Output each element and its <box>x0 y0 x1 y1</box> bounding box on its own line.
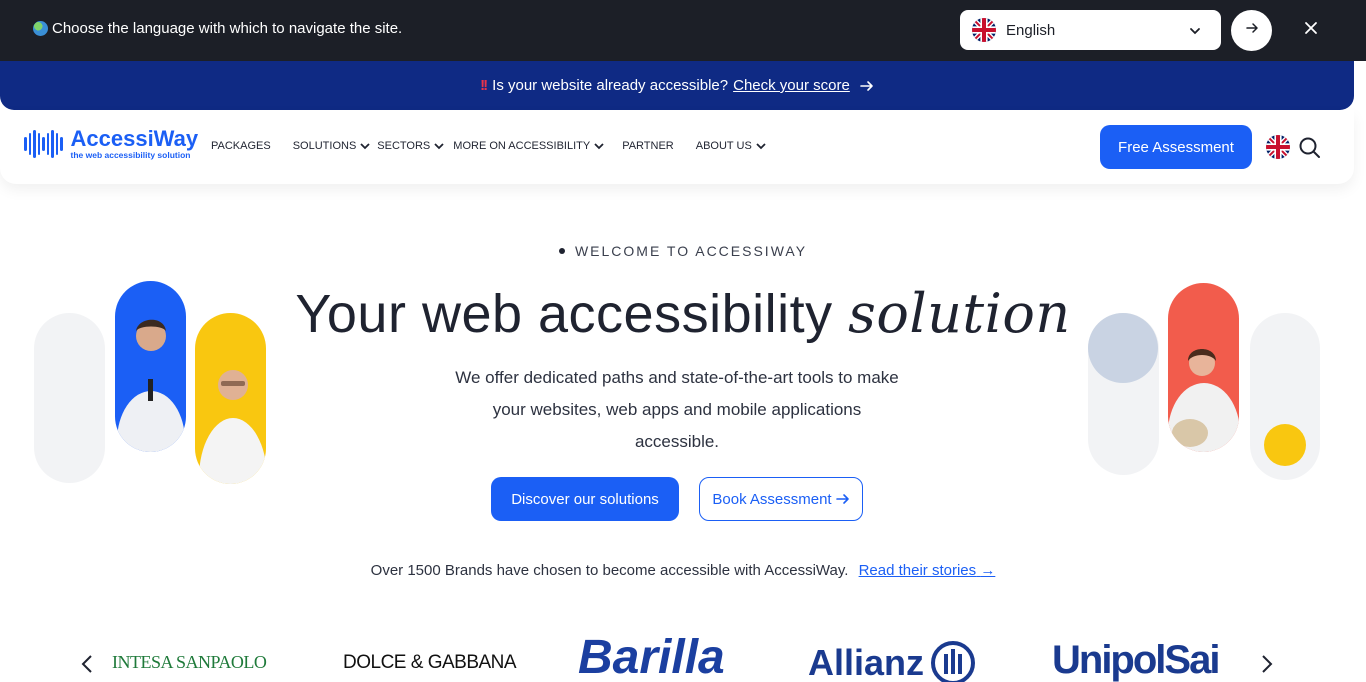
chevron-down-icon <box>434 143 444 150</box>
nav-item-label: MORE ON ACCESSIBILITY <box>453 140 591 152</box>
alert-icon: !! <box>480 77 488 94</box>
logo-unipolsai-text: UnipolSai <box>1052 638 1220 682</box>
close-language-banner-button[interactable] <box>1301 20 1321 40</box>
nav-item-label: ABOUT US <box>695 140 752 152</box>
brand-logos-carousel: INTESA SANPAOLO DOLCE & GABBANA Barilla … <box>0 632 1366 682</box>
logo-unipolsai: UnipolSai <box>1052 638 1220 682</box>
logo-tagline: the web accessibility solution <box>70 150 191 160</box>
accessiway-logo[interactable]: AccessiWay the web accessibility solutio… <box>24 128 198 160</box>
uk-flag-icon <box>972 18 996 42</box>
discover-solutions-button[interactable]: Discover our solutions <box>491 477 679 521</box>
arrow-right-icon <box>1245 21 1259 40</box>
logo-intesa-sanpaolo-text: INTESA SANPAOLO <box>112 652 267 672</box>
nav-item-solutions[interactable]: SOLUTIONS <box>293 140 372 152</box>
logo-intesa-sanpaolo: INTESA SANPAOLO <box>112 652 267 673</box>
nav-item-label: PARTNER <box>622 140 674 152</box>
carousel-prev-button[interactable] <box>80 654 94 679</box>
chevron-right-icon <box>1262 655 1273 673</box>
nav-item-label: SECTORS <box>377 140 431 152</box>
globe-icon <box>33 21 48 36</box>
logo-mark-icon <box>24 130 63 158</box>
logo-dolce-gabbana: DOLCE & GABBANA <box>343 652 517 674</box>
person-with-dog-photo-icon <box>1168 349 1239 452</box>
language-banner: Choose the language with which to naviga… <box>0 0 1366 61</box>
logo-dolce-gabbana-text: DOLCE & GABBANA <box>343 652 517 673</box>
nav-item-partner[interactable]: PARTNER <box>622 140 674 152</box>
carousel-next-button[interactable] <box>1260 654 1274 679</box>
logo-barilla: Barilla <box>578 634 725 682</box>
chevron-down-icon <box>360 143 370 150</box>
language-switcher-flag-icon[interactable] <box>1266 135 1290 159</box>
book-assessment-label: Book Assessment <box>712 490 832 508</box>
brands-text: Over 1500 Brands have chosen to become a… <box>370 562 849 579</box>
language-select[interactable]: English <box>960 10 1221 50</box>
nav-item-packages[interactable]: PACKAGES <box>211 140 271 152</box>
decorative-circle <box>1088 313 1158 383</box>
hero-title-main: Your web accessibility <box>295 284 849 344</box>
nav-item-sectors[interactable]: SECTORS <box>377 140 445 152</box>
language-confirm-button[interactable] <box>1231 10 1272 51</box>
language-message: Choose the language with which to naviga… <box>33 20 402 37</box>
logo-allianz: Allianz <box>808 640 976 682</box>
logo-barilla-text: Barilla <box>578 631 725 682</box>
nav-item-more-on-accessibility[interactable]: MORE ON ACCESSIBILITY <box>453 140 605 152</box>
free-assessment-button[interactable]: Free Assessment <box>1100 125 1252 169</box>
logo-name: AccessiWay <box>70 126 199 151</box>
arrow-right-icon: → <box>980 562 996 579</box>
main-navigation: AccessiWay the web accessibility solutio… <box>0 110 1354 184</box>
nav-item-about-us[interactable]: ABOUT US <box>696 140 767 152</box>
read-stories-link[interactable]: Read their stories → <box>859 562 996 579</box>
nav-menu: PACKAGES SOLUTIONS SECTORS MORE ON ACCES… <box>211 140 767 152</box>
chevron-down-icon <box>594 143 604 150</box>
decorative-dot <box>1264 424 1306 466</box>
chevron-left-icon <box>81 655 92 673</box>
language-message-text: Choose the language with which to naviga… <box>52 20 403 37</box>
search-icon[interactable] <box>1298 136 1322 165</box>
selected-language: English <box>1006 21 1056 39</box>
read-stories-label: Read their stories <box>858 562 977 579</box>
close-icon <box>1304 21 1318 40</box>
promo-text: Is your website already accessible? <box>492 77 729 94</box>
logo-allianz-text: Allianz <box>808 642 925 682</box>
arrow-right-icon <box>835 494 849 504</box>
hero-eyebrow: WELCOME TO ACCESSIWAY <box>0 243 1366 259</box>
team-photo-pill <box>1168 283 1239 452</box>
nav-item-label: PACKAGES <box>211 140 271 152</box>
arrow-right-icon <box>860 79 874 93</box>
nav-item-label: SOLUTIONS <box>292 140 357 152</box>
chevron-down-icon <box>756 143 766 150</box>
brands-statement: Over 1500 Brands have chosen to become a… <box>0 562 1366 579</box>
allianz-eagle-icon <box>931 641 976 682</box>
hero-title-italic: solution <box>848 282 1071 345</box>
check-score-link[interactable]: Check your score <box>733 77 850 94</box>
chevron-down-icon <box>1189 24 1201 41</box>
promo-banner: !! Is your website already accessible? C… <box>0 61 1354 110</box>
book-assessment-button[interactable]: Book Assessment <box>699 477 863 521</box>
hero-eyebrow-text: WELCOME TO ACCESSIWAY <box>574 243 808 259</box>
hero-subtitle: We offer dedicated paths and state-of-th… <box>455 368 899 451</box>
hero-title: Your web accessibility solution <box>0 282 1366 345</box>
